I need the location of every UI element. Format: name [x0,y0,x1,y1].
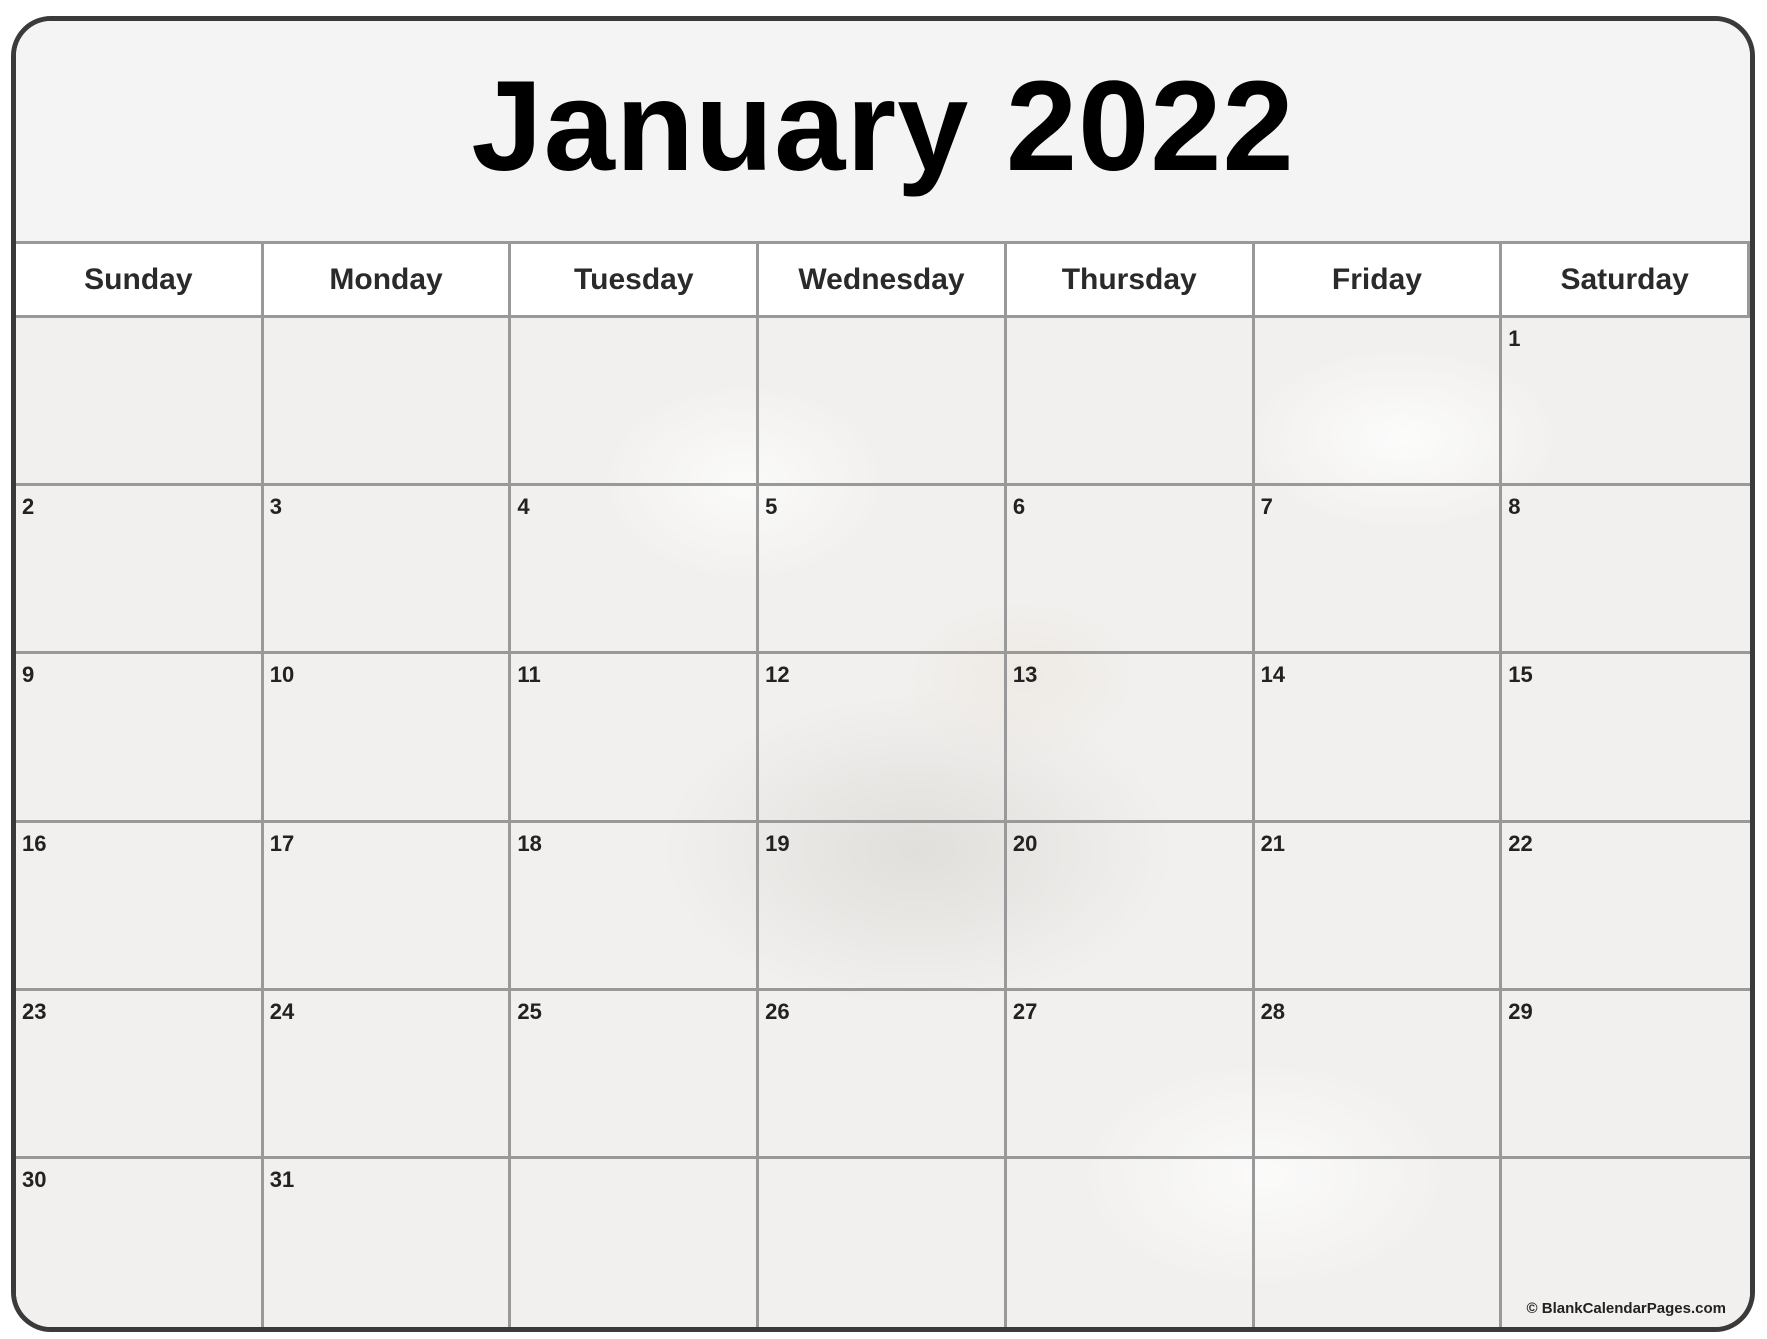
day-cell[interactable]: 24 [263,990,512,1159]
day-number: 29 [1508,998,1533,1024]
day-cell[interactable]: 10 [263,654,512,823]
day-cell[interactable]: 25 [511,990,760,1159]
day-cell[interactable]: 31 [263,1158,512,1327]
day-number: 6 [1012,494,1026,520]
day-number: 14 [1260,662,1286,688]
day-cell[interactable]: 6 [1006,486,1255,655]
day-cell[interactable]: 7 [1254,486,1503,655]
day-number: 25 [517,998,542,1024]
day-cell[interactable]: 22 [1502,822,1750,991]
day-number: 5 [765,494,778,520]
calendar-frame: January 2022 Sunday Monday Tuesday Wednesda… [11,16,1755,1332]
empty-day-cell[interactable] [263,318,512,487]
empty-day-cell[interactable] [1254,318,1503,487]
day-number: 2 [22,494,35,520]
calendar-title: January 2022 [471,54,1295,198]
empty-day-cell[interactable] [759,318,1007,487]
calendar-grid: Sunday Monday Tuesday Wednesday Thursday Frid… [16,241,1750,1327]
day-number: 23 [22,998,47,1024]
day-number: 4 [517,494,530,520]
day-cell[interactable]: 16 [16,822,264,991]
day-number: 19 [765,830,790,856]
day-number: 17 [269,830,295,856]
day-number: 31 [269,1166,295,1192]
empty-day-cell[interactable]: © BlankCalendarPages.com [1502,1158,1750,1327]
day-number: 12 [765,662,790,688]
day-number: 18 [517,830,542,856]
weekday-header-sunday: Sunday [16,244,264,318]
day-cell[interactable]: 18 [511,822,760,991]
day-cell[interactable]: 26 [759,990,1007,1159]
day-number: 8 [1508,494,1521,520]
day-cell[interactable]: 23 [16,990,264,1159]
day-number: 7 [1260,494,1273,520]
day-number: 28 [1260,998,1286,1024]
weekday-header-thursday: Thursday [1006,244,1255,318]
empty-day-cell[interactable] [511,318,760,487]
day-cell[interactable]: 2 [16,486,264,655]
title-bar: January 2022 [16,21,1750,241]
day-cell[interactable]: 11 [511,654,760,823]
day-cell[interactable]: 20 [1006,822,1255,991]
day-number: 24 [269,998,295,1024]
day-cell[interactable]: 17 [263,822,512,991]
day-number: 30 [22,1166,47,1192]
day-cell[interactable]: 14 [1254,654,1503,823]
empty-day-cell[interactable] [1006,1158,1255,1327]
day-cell[interactable]: 8 [1502,486,1750,655]
day-cell[interactable]: 15 [1502,654,1750,823]
day-cell[interactable]: 28 [1254,990,1503,1159]
day-cell[interactable]: 4 [511,486,760,655]
day-number: 9 [22,662,35,688]
day-cell[interactable]: 1 [1502,318,1750,487]
day-number: 21 [1260,830,1286,856]
empty-day-cell[interactable] [1254,1158,1503,1327]
day-number: 11 [517,662,541,688]
empty-day-cell[interactable] [511,1158,760,1327]
empty-day-cell[interactable] [16,318,264,487]
empty-day-cell[interactable] [1006,318,1255,487]
day-number: 10 [269,662,295,688]
day-cell[interactable]: 9 [16,654,264,823]
day-number: 1 [1508,326,1521,351]
day-cell[interactable]: 3 [263,486,512,655]
day-cell[interactable]: 5 [759,486,1007,655]
day-number: 26 [765,998,790,1024]
day-cell[interactable]: 27 [1006,990,1255,1159]
day-number: 13 [1012,662,1038,688]
day-number: 15 [1508,662,1533,688]
day-cell[interactable]: 30 [16,1158,264,1327]
weekday-header-saturday: Saturday [1502,244,1750,318]
day-number: 16 [22,830,47,856]
day-cell[interactable]: 19 [759,822,1007,991]
day-cell[interactable]: 13 [1006,654,1255,823]
day-cell[interactable]: 12 [759,654,1007,823]
weekday-header-wednesday: Wednesday [759,244,1007,318]
copyright-credit: © BlankCalendarPages.com [1526,1300,1726,1317]
weekday-header-monday: Monday [263,244,512,318]
day-cell[interactable]: 21 [1254,822,1503,991]
weekday-header-tuesday: Tuesday [511,244,760,318]
day-number: 22 [1508,830,1533,856]
day-cell[interactable]: 29 [1502,990,1750,1159]
empty-day-cell[interactable] [759,1158,1007,1327]
day-number: 27 [1012,998,1038,1024]
day-number: 20 [1012,830,1038,856]
weekday-header-friday: Friday [1254,244,1503,318]
day-number: 3 [269,494,282,520]
